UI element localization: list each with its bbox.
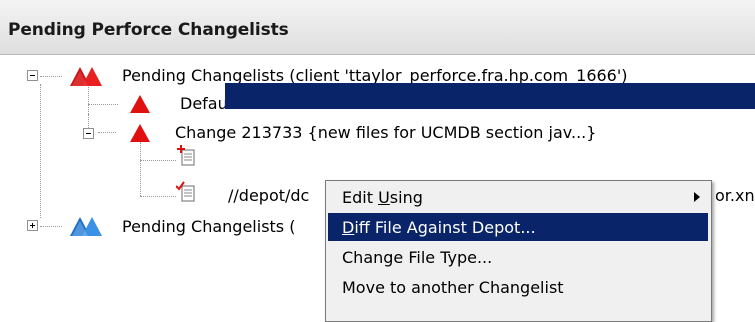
add-file-icon xyxy=(177,145,195,166)
menu-item-diff-file[interactable]: Diff File Against Depot... xyxy=(328,213,708,241)
tree-node-label: or.xn xyxy=(715,185,755,205)
collapse-toggle[interactable] xyxy=(27,70,38,81)
tree-node-file[interactable]: //depot/dc xyxy=(228,182,309,208)
tree-connector xyxy=(140,142,141,196)
collapse-toggle[interactable] xyxy=(83,128,94,139)
tree-node-file[interactable]: //depot/doc/pool/pif/main/connector/xml/… xyxy=(228,147,662,173)
submenu-arrow-icon xyxy=(694,192,700,202)
menu-item-label: Change File Type... xyxy=(342,247,493,267)
changelist-icon xyxy=(130,95,150,113)
tree-connector xyxy=(88,104,118,105)
menu-item-move-changelist[interactable]: Move to another Changelist xyxy=(328,273,708,301)
tree-connector xyxy=(98,132,116,133)
tree-connector xyxy=(88,84,89,114)
menu-item-label: Diff File Against Depot... xyxy=(342,217,536,237)
menu-item-label: Edit Using xyxy=(342,187,423,207)
menu-item-change-file-type[interactable]: Change File Type... xyxy=(328,243,708,271)
tree-node-label: Change 213733 {new files for UCMDB secti… xyxy=(175,122,597,142)
menu-item-label: Move to another Changelist xyxy=(342,277,564,297)
context-menu: Edit Using Diff File Against Depot... Ch… xyxy=(325,180,712,322)
edit-file-icon xyxy=(176,181,195,202)
tree-node-label: Pending Changelists ( xyxy=(122,216,296,236)
tree-connector xyxy=(40,76,62,77)
panel-header: Pending Perforce Changelists xyxy=(0,0,755,55)
tree-node-file-tail: or.xn xyxy=(715,182,755,208)
tree-connector xyxy=(140,196,176,197)
tree-connector xyxy=(40,226,62,227)
tree-node-change[interactable]: Change 213733 {new files for UCMDB secti… xyxy=(175,119,596,145)
menu-item-edit-using[interactable]: Edit Using xyxy=(328,183,708,211)
remote-changelists-icon xyxy=(70,217,102,236)
pending-changelists-icon xyxy=(70,67,102,86)
tree-node-label: //depot/doc/pool/pif/main/connector/xml/… xyxy=(228,150,663,170)
tree-connector xyxy=(40,84,41,218)
tree-node-label: Pending Changelists (client 'ttaylor_per… xyxy=(122,65,628,85)
selected-file-row[interactable] xyxy=(225,83,755,109)
tree-node-label: //depot/dc xyxy=(228,185,310,205)
changelist-icon xyxy=(130,124,150,142)
tree-node-root[interactable]: Pending Changelists ( xyxy=(122,213,295,239)
expand-toggle[interactable] xyxy=(27,220,38,231)
panel-title: Pending Perforce Changelists xyxy=(8,20,289,40)
tree-connector xyxy=(140,160,176,161)
